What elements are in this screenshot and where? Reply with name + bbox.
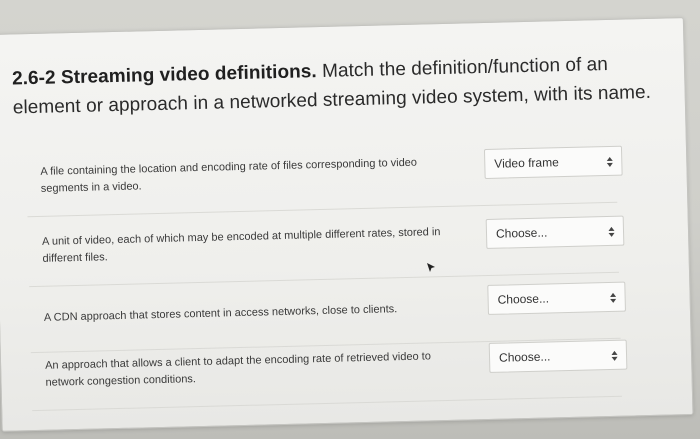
chevron-updown-icon <box>608 226 615 237</box>
select-value: Choose... <box>495 225 548 241</box>
select-value: Choose... <box>498 349 551 365</box>
question-heading: Streaming video definitions. <box>60 61 318 89</box>
matching-row: A unit of video, each of which may be en… <box>27 215 625 288</box>
answer-select[interactable]: Choose... <box>488 339 628 373</box>
mouse-pointer-icon <box>427 263 435 272</box>
matching-row: A file containing the location and encod… <box>26 145 623 218</box>
chevron-updown-icon <box>606 156 613 167</box>
select-value: Video frame <box>494 155 559 171</box>
definition-text: A file containing the location and encod… <box>40 156 418 195</box>
question-card: 2.6-2 Streaming video definitions. Match… <box>0 17 694 432</box>
answer-select[interactable]: Choose... <box>487 281 626 315</box>
definition-text: An approach that allows a client to adap… <box>44 350 432 389</box>
question-title: 2.6-2 Streaming video definitions. Match… <box>12 49 653 123</box>
chevron-updown-icon <box>611 350 618 361</box>
answer-select[interactable]: Video frame <box>483 145 623 180</box>
chevron-updown-icon <box>610 292 617 303</box>
definition-text: A unit of video, each of which may be en… <box>41 226 441 265</box>
question-number: 2.6-2 <box>11 67 56 90</box>
definition-text: A CDN approach that stores content in ac… <box>43 303 398 324</box>
select-value: Choose... <box>497 291 550 307</box>
answer-select[interactable]: Choose... <box>485 215 625 249</box>
